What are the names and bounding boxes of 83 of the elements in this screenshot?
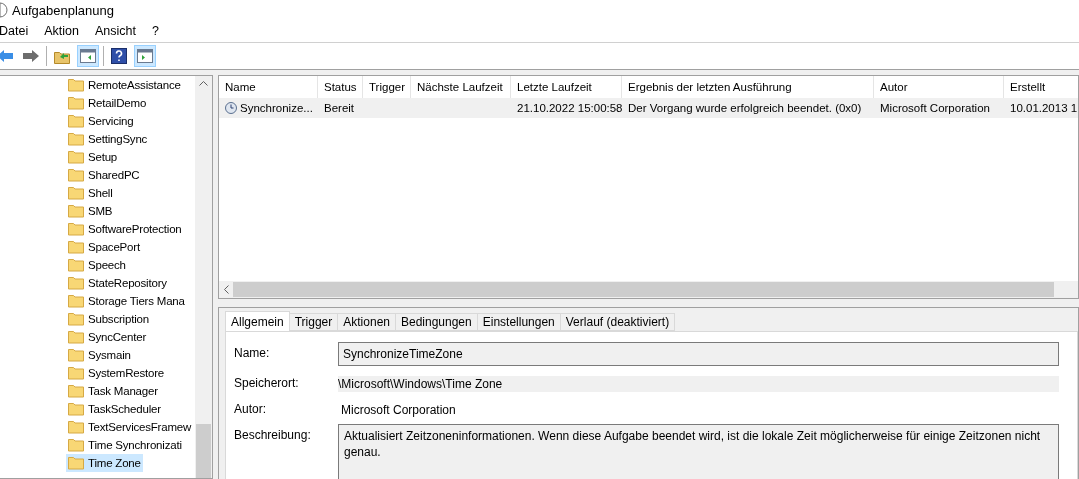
scrollbar[interactable] — [195, 76, 212, 478]
tree-item[interactable]: Storage Tiers Mana — [66, 292, 187, 310]
clock-icon — [225, 102, 237, 114]
folder-icon — [68, 204, 84, 218]
folder-icon — [68, 96, 84, 110]
tree-item[interactable]: TextServicesFramew — [66, 418, 194, 436]
author-text: Microsoft Corporation — [340, 402, 457, 418]
tab[interactable]: Einstellungen — [476, 313, 561, 331]
folder-icon — [68, 78, 84, 92]
tree-item[interactable]: RetailDemo — [66, 94, 149, 112]
folder-icon — [68, 402, 84, 416]
folder-icon — [68, 114, 84, 128]
tree-item[interactable]: Sysmain — [66, 346, 133, 364]
tree-item[interactable]: SpacePort — [66, 238, 142, 256]
scrollbar[interactable] — [219, 281, 1078, 298]
field-label: Name: — [234, 345, 271, 362]
field-label: Speicherort: — [234, 375, 300, 392]
window-title: Aufgabenplanung — [12, 2, 114, 18]
menu-item[interactable]: Ansicht — [94, 24, 136, 38]
folder-icon — [68, 366, 84, 380]
toolbar-button[interactable] — [108, 45, 130, 67]
tree-item[interactable]: Shell — [66, 184, 115, 202]
folder-icon — [68, 150, 84, 164]
tree-item[interactable]: SyncCenter — [66, 328, 149, 346]
menu-item[interactable]: ? — [151, 24, 159, 38]
tab[interactable]: Trigger — [288, 313, 339, 331]
folder-icon — [68, 258, 84, 272]
field-label: Beschreibung: — [234, 427, 312, 444]
table-row[interactable]: Synchronize... Bereit 21.10.2022 15:00:58 Der Vorgang wurde erfolgreich beendet. (0x0) Microsoft Corporation 10.01.2013 1 — [219, 98, 1078, 118]
tree-item[interactable]: Speech — [66, 256, 128, 274]
chevron-up-icon[interactable] — [199, 80, 208, 86]
menu-item[interactable]: Datei — [0, 24, 29, 38]
folder-icon — [68, 420, 84, 434]
folder-icon — [68, 222, 84, 236]
forward-icon — [23, 50, 39, 62]
name-field[interactable]: SynchronizeTimeZone — [338, 342, 1059, 366]
folder-icon — [68, 456, 84, 470]
table-cell: 10.01.2013 1 — [1010, 102, 1078, 114]
scrollbar-thumb[interactable] — [196, 424, 211, 478]
folder-icon — [68, 168, 84, 182]
tree-item[interactable]: Servicing — [66, 112, 136, 130]
folder-icon — [68, 240, 84, 254]
tree-item[interactable]: StateRepository — [66, 274, 169, 292]
tree-item[interactable]: RemoteAssistance — [66, 76, 183, 94]
table-cell: Bereit — [324, 102, 355, 114]
table-cell: Synchronize... — [240, 102, 313, 114]
table-cell: 21.10.2022 15:00:58 — [517, 102, 623, 114]
tree-item[interactable]: Setup — [66, 148, 120, 166]
tree-item[interactable]: SettingSync — [66, 130, 150, 148]
folder-icon — [68, 438, 84, 452]
tree-item[interactable]: Time Synchronizati — [66, 436, 184, 454]
tree-item[interactable]: Time Zone — [66, 454, 143, 472]
help-icon — [111, 48, 127, 64]
tree-item[interactable]: Task Manager — [66, 382, 160, 400]
tree-item[interactable]: SystemRestore — [66, 364, 166, 382]
tree-item[interactable]: Subscription — [66, 310, 151, 328]
tree-item[interactable]: SMB — [66, 202, 115, 220]
tab[interactable]: Aktionen — [337, 313, 396, 331]
description-field[interactable]: Aktualisiert Zeitzoneninformationen. Wenn diese Aufgabe beendet wird, ist die lokale Zeit möglicherweise für einige Zeitzonen nicht genau. — [338, 424, 1059, 479]
tree-item[interactable]: SoftwareProtection — [66, 220, 184, 238]
folder-icon — [68, 276, 84, 290]
folder-icon — [68, 312, 84, 326]
location-field: \Microsoft\Windows\Time Zone — [338, 376, 1059, 392]
table-cell: Der Vorgang wurde erfolgreich beendet. (0x0) — [628, 102, 862, 114]
chevron-left-icon[interactable] — [223, 285, 229, 294]
folder-icon — [68, 186, 84, 200]
scrollbar-thumb[interactable] — [233, 282, 1054, 297]
panel-icon — [137, 49, 153, 63]
panel-icon — [80, 49, 96, 63]
folder-icon — [68, 384, 84, 398]
folder-icon — [68, 132, 84, 146]
field-label: Autor: — [234, 401, 267, 418]
folder-icon — [68, 348, 84, 362]
back-icon — [0, 50, 13, 62]
tab[interactable]: Bedingungen — [395, 313, 478, 331]
folder-icon — [68, 294, 84, 308]
tree-item[interactable]: TaskScheduler — [66, 400, 163, 418]
tree-item[interactable]: SharedPC — [66, 166, 142, 184]
folder-icon — [68, 330, 84, 344]
tab[interactable]: Verlauf (deaktiviert) — [559, 313, 676, 331]
tab[interactable]: Allgemein — [225, 311, 290, 331]
table-cell: Microsoft Corporation — [880, 102, 990, 114]
menu-item[interactable]: Aktion — [44, 24, 79, 38]
